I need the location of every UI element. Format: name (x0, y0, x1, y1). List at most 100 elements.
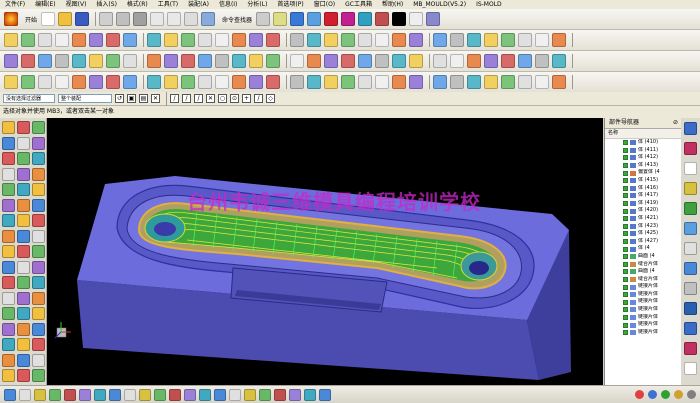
resource-tool-icon[interactable] (2, 152, 15, 165)
resource-tool-icon[interactable] (2, 369, 15, 382)
resource-tool-icon[interactable] (32, 136, 45, 150)
resource-tab-icon[interactable] (684, 142, 697, 155)
snap-on-surface-icon[interactable]: ◇ (266, 94, 275, 103)
tool-icon[interactable] (4, 54, 18, 68)
tool-icon[interactable] (375, 33, 389, 47)
navigator-item[interactable]: 缝合片体 (605, 261, 681, 269)
tool-icon[interactable] (38, 75, 52, 89)
tool-icon[interactable] (518, 33, 532, 47)
tool-icon[interactable] (106, 54, 120, 68)
resource-tab-icon[interactable] (684, 242, 697, 255)
resource-tool-icon[interactable] (2, 167, 15, 181)
view-orient-icon[interactable] (307, 12, 322, 26)
tool-icon[interactable] (535, 33, 549, 47)
resource-tool-icon[interactable] (17, 353, 30, 367)
navigator-item[interactable]: 体 (419) (605, 200, 681, 208)
tool-icon[interactable] (123, 75, 137, 89)
resource-tool-icon[interactable] (17, 214, 30, 227)
checkbox-icon[interactable] (623, 269, 628, 275)
navigator-item[interactable]: 体 (4 (605, 245, 681, 253)
tool-icon[interactable] (409, 75, 423, 89)
tool-icon[interactable] (21, 75, 35, 89)
tool-icon[interactable] (375, 75, 389, 89)
bottom-tool-icon[interactable] (169, 388, 181, 401)
snap-control-icon[interactable]: / (194, 94, 203, 103)
tool-icon[interactable] (324, 75, 338, 89)
bottom-tool-icon[interactable] (304, 388, 316, 401)
resource-tool-icon[interactable] (17, 322, 30, 336)
resource-tool-icon[interactable] (32, 229, 45, 243)
resource-tool-icon[interactable] (32, 121, 45, 134)
nx-logo-icon[interactable] (4, 12, 18, 26)
tool-icon[interactable] (501, 54, 515, 68)
resource-tool-icon[interactable] (2, 214, 15, 227)
tool-icon[interactable] (518, 75, 532, 89)
navigator-item[interactable]: 链接片体 (605, 321, 681, 329)
snap-center-icon[interactable]: ○ (218, 94, 227, 103)
black-color-icon[interactable] (392, 12, 407, 26)
resource-tab-icon[interactable] (684, 282, 697, 295)
tool-icon[interactable] (484, 33, 498, 47)
tool-icon[interactable] (433, 75, 447, 89)
tool-icon[interactable] (147, 54, 161, 68)
tool-icon[interactable] (89, 54, 103, 68)
resource-tool-icon[interactable] (32, 214, 45, 227)
checkbox-icon[interactable] (623, 185, 628, 191)
tool-icon[interactable] (55, 33, 69, 47)
resource-tool-icon[interactable] (2, 338, 15, 351)
navigator-item[interactable]: 缝合片体 (605, 276, 681, 284)
resource-tool-icon[interactable] (2, 136, 15, 150)
selection-scope-dropdown[interactable]: 整个装配 (58, 94, 112, 103)
menu-item[interactable]: 插入(S) (91, 0, 122, 9)
tool-icon[interactable] (450, 54, 464, 68)
command-finder-button[interactable]: 命令查找器 (222, 15, 252, 24)
tool-icon[interactable] (552, 54, 566, 68)
tool-icon[interactable] (501, 33, 515, 47)
tool-icon[interactable] (89, 33, 103, 47)
tool-icon[interactable] (215, 33, 229, 47)
select-all-icon[interactable]: ▣ (127, 94, 136, 103)
undo-icon[interactable] (150, 12, 165, 26)
resource-tool-icon[interactable] (17, 245, 30, 258)
tool-icon[interactable] (198, 75, 212, 89)
tool-icon[interactable] (123, 33, 137, 47)
menu-item[interactable]: 帮助(H) (377, 0, 408, 9)
checkbox-icon[interactable] (623, 147, 628, 153)
tool-icon[interactable] (484, 54, 498, 68)
tool-icon[interactable] (147, 75, 161, 89)
shaded-view-icon[interactable] (290, 12, 305, 26)
tool-icon[interactable] (375, 54, 389, 68)
navigator-item[interactable]: 体 (415) (605, 177, 681, 185)
resource-tool-icon[interactable] (32, 198, 45, 212)
tool-icon[interactable] (198, 54, 212, 68)
bottom-tool-icon[interactable] (274, 388, 286, 401)
pin-icon[interactable]: ⊘ (673, 118, 678, 128)
bottom-tool-icon[interactable] (244, 388, 256, 401)
menu-item[interactable]: MB_MOULD(V5.2) (408, 0, 471, 9)
navigator-item[interactable]: 链接片体 (605, 329, 681, 337)
tool-icon[interactable] (409, 54, 423, 68)
tool-icon[interactable] (147, 33, 161, 47)
menu-item[interactable]: 编辑(E) (30, 0, 60, 9)
tool-icon[interactable] (72, 54, 86, 68)
menu-item[interactable]: 信息(I) (214, 0, 242, 9)
tool-icon[interactable] (249, 75, 263, 89)
resource-tool-icon[interactable] (2, 121, 15, 134)
menu-item[interactable]: 首选项(P) (272, 0, 308, 9)
tool-icon[interactable] (266, 33, 280, 47)
tool-icon[interactable] (72, 75, 86, 89)
resource-tool-icon[interactable] (2, 245, 15, 258)
resource-tool-icon[interactable] (2, 198, 15, 212)
tray-icon[interactable] (674, 390, 683, 399)
checkbox-icon[interactable] (623, 284, 628, 290)
checkbox-icon[interactable] (623, 170, 628, 176)
checkbox-icon[interactable] (623, 330, 628, 336)
bottom-tool-icon[interactable] (124, 388, 136, 401)
snap-on-curve-icon[interactable]: / (254, 94, 263, 103)
checkbox-icon[interactable] (623, 163, 628, 169)
tool-icon[interactable] (341, 54, 355, 68)
tool-icon[interactable] (484, 75, 498, 89)
tool-icon[interactable] (535, 54, 549, 68)
resource-tool-icon[interactable] (17, 198, 30, 212)
checkbox-icon[interactable] (623, 155, 628, 161)
